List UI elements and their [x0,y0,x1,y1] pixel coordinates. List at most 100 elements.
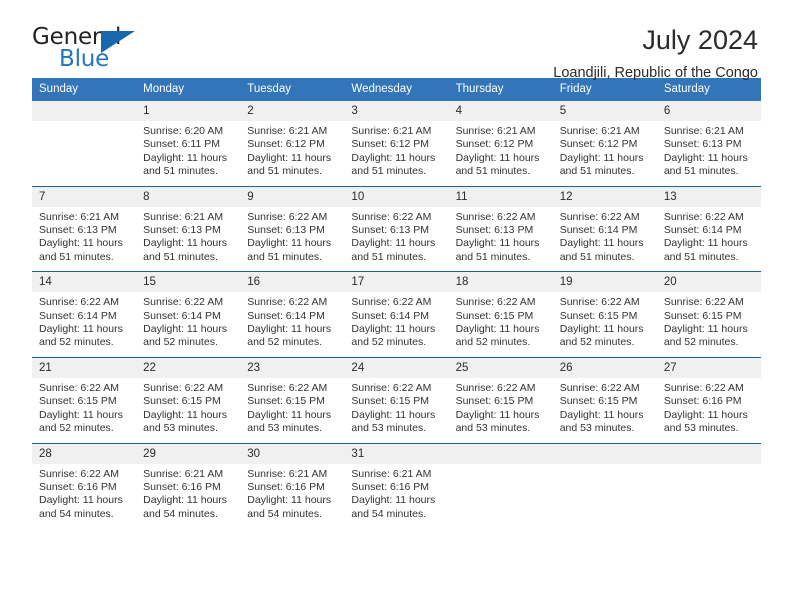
calendar-day-cell[interactable]: 6 Sunrise: 6:21 AM Sunset: 6:13 PM Daylight… [656,101,761,186]
calendar-day-cell[interactable]: 9 Sunrise: 6:22 AM Sunset: 6:13 PM Daylight… [240,185,345,272]
day-number: 11 [448,186,553,207]
day-number [656,443,761,464]
calendar-day-cell[interactable]: 10 Sunrise: 6:22 AM Sunset: 6:13 PM Dayligh… [344,185,449,272]
day-number: 7 [32,186,137,207]
general-blue-logo[interactable]: General Blue [32,26,138,74]
day-details [657,464,761,519]
calendar-day-cell[interactable]: 7 Sunrise: 6:21 AM Sunset: 6:13 PM Daylight… [32,185,137,272]
day-detail-daylight-line1: Daylight: 11 hours [559,323,644,336]
page-subtitle: Loandjili, Republic of the Congo [553,65,758,82]
day-detail-daylight-line1: Daylight: 11 hours [143,323,227,336]
weekday-header-saturday: Saturday [656,78,761,101]
calendar-day-cell[interactable]: 31 Sunrise: 6:21 AM Sunset: 6:16 PM Dayligh… [344,442,449,529]
day-detail-sunset: Sunset: 6:15 PM [143,395,221,408]
calendar-page: General Blue July 2024 Loandjili, Republ… [0,0,792,612]
day-details: Sunrise: 6:21 AM Sunset: 6:16 PM Daylight:… [344,464,448,529]
day-detail-sunrise: Sunrise: 6:22 AM [455,296,536,309]
day-detail-daylight-line1: Daylight: 11 hours [39,237,123,250]
calendar-day-cell[interactable]: 3 Sunrise: 6:21 AM Sunset: 6:12 PM Daylight… [344,101,449,186]
calendar-day-cell[interactable]: 23 Sunrise: 6:22 AM Sunset: 6:15 PM Dayligh… [240,356,345,443]
calendar-day-cell-empty [552,442,657,529]
calendar-day-cell[interactable]: 5 Sunrise: 6:21 AM Sunset: 6:12 PM Daylight… [552,101,657,186]
calendar-day-cell[interactable]: 11 Sunrise: 6:22 AM Sunset: 6:13 PM Dayligh… [448,185,553,272]
day-detail-daylight-line2: and 53 minutes. [247,422,322,435]
day-details: Sunrise: 6:22 AM Sunset: 6:13 PM Daylight:… [449,207,553,272]
day-detail-sunrise: Sunrise: 6:22 AM [247,296,328,309]
day-details [32,121,136,176]
day-number: 8 [136,186,241,207]
calendar-day-cell-empty [32,101,137,186]
day-detail-daylight-line2: and 51 minutes. [351,165,427,178]
day-detail-daylight-line1: Daylight: 11 hours [39,323,123,336]
calendar-day-cell-empty [656,442,761,529]
day-number: 19 [552,272,657,293]
calendar-day-cell[interactable]: 1 Sunrise: 6:20 AM Sunset: 6:11 PM Daylight… [136,101,241,186]
day-detail-sunset: Sunset: 6:14 PM [39,309,117,322]
weekday-header-row: Sunday Monday Tuesday Wednesday Thursday Frid… [32,78,761,101]
day-number: 12 [552,186,657,207]
calendar-day-cell[interactable]: 8 Sunrise: 6:21 AM Sunset: 6:13 PM Daylight… [136,185,241,272]
calendar-day-cell[interactable]: 28 Sunrise: 6:22 AM Sunset: 6:16 PM Dayligh… [32,442,137,529]
calendar-day-cell[interactable]: 30 Sunrise: 6:21 AM Sunset: 6:16 PM Dayligh… [240,442,345,529]
day-detail-daylight-line1: Daylight: 11 hours [351,323,436,336]
day-detail-sunset: Sunset: 6:15 PM [455,309,534,322]
calendar-day-cell[interactable]: 29 Sunrise: 6:21 AM Sunset: 6:16 PM Dayligh… [136,442,241,529]
day-details: Sunrise: 6:22 AM Sunset: 6:14 PM Daylight:… [240,292,344,357]
day-number [32,101,137,121]
calendar-day-cell[interactable]: 24 Sunrise: 6:22 AM Sunset: 6:15 PM Dayligh… [344,356,449,443]
calendar-day-cell[interactable]: 22 Sunrise: 6:22 AM Sunset: 6:15 PM Dayligh… [136,356,241,443]
day-number: 20 [656,272,761,293]
day-detail-sunset: Sunset: 6:16 PM [247,480,325,493]
calendar-day-cell[interactable]: 13 Sunrise: 6:22 AM Sunset: 6:14 PM Dayligh… [656,185,761,272]
day-details: Sunrise: 6:21 AM Sunset: 6:12 PM Daylight:… [553,121,657,186]
day-detail-daylight-line1: Daylight: 11 hours [39,408,123,421]
day-number: 5 [552,101,657,121]
day-detail-sunrise: Sunrise: 6:20 AM [143,125,224,137]
calendar-day-cell[interactable]: 2 Sunrise: 6:21 AM Sunset: 6:12 PM Daylight… [240,101,345,186]
day-detail-daylight-line1: Daylight: 11 hours [143,151,227,164]
day-details: Sunrise: 6:22 AM Sunset: 6:15 PM Daylight:… [449,378,553,443]
calendar-day-cell[interactable]: 27 Sunrise: 6:22 AM Sunset: 6:16 PM Dayligh… [656,356,761,443]
day-detail-sunset: Sunset: 6:13 PM [143,224,221,237]
calendar-day-cell[interactable]: 14 Sunrise: 6:22 AM Sunset: 6:14 PM Dayligh… [32,271,137,358]
calendar-day-cell[interactable]: 16 Sunrise: 6:22 AM Sunset: 6:14 PM Dayligh… [240,271,345,358]
day-number: 13 [656,186,761,207]
calendar-day-cell[interactable]: 20 Sunrise: 6:22 AM Sunset: 6:15 PM Dayligh… [656,271,761,358]
day-detail-sunset: Sunset: 6:12 PM [247,138,325,151]
calendar-day-cell[interactable]: 21 Sunrise: 6:22 AM Sunset: 6:15 PM Dayligh… [32,356,137,443]
day-detail-sunrise: Sunrise: 6:21 AM [351,467,432,480]
calendar-day-cell[interactable]: 18 Sunrise: 6:22 AM Sunset: 6:15 PM Dayligh… [448,271,553,358]
day-detail-sunset: Sunset: 6:16 PM [143,480,221,493]
day-number: 15 [136,272,241,293]
day-detail-daylight-line2: and 51 minutes. [663,165,739,178]
day-number: 16 [240,272,345,293]
calendar-day-cell[interactable]: 19 Sunrise: 6:22 AM Sunset: 6:15 PM Dayligh… [552,271,657,358]
weekday-header-wednesday: Wednesday [344,78,449,101]
weekday-header-thursday: Thursday [448,78,553,101]
day-number: 28 [32,443,137,464]
calendar-day-cell[interactable]: 12 Sunrise: 6:22 AM Sunset: 6:14 PM Dayligh… [552,185,657,272]
calendar-week-row: 14 Sunrise: 6:22 AM Sunset: 6:14 PM Dayligh… [32,271,761,358]
day-details: Sunrise: 6:22 AM Sunset: 6:15 PM Daylight:… [553,378,657,443]
day-number [448,443,553,464]
calendar-day-cell[interactable]: 26 Sunrise: 6:22 AM Sunset: 6:15 PM Dayligh… [552,356,657,443]
day-detail-sunset: Sunset: 6:15 PM [351,395,430,408]
calendar-day-cell[interactable]: 4 Sunrise: 6:21 AM Sunset: 6:12 PM Daylight… [448,101,553,186]
day-detail-daylight-line2: and 51 minutes. [559,250,635,263]
day-detail-daylight-line2: and 52 minutes. [247,336,322,349]
day-detail-sunset: Sunset: 6:13 PM [247,224,325,237]
day-detail-daylight-line1: Daylight: 11 hours [455,237,540,250]
day-detail-daylight-line1: Daylight: 11 hours [247,408,332,421]
day-detail-daylight-line1: Daylight: 11 hours [351,408,436,421]
day-detail-sunset: Sunset: 6:15 PM [559,309,638,322]
calendar-day-cell[interactable]: 25 Sunrise: 6:22 AM Sunset: 6:15 PM Dayligh… [448,356,553,443]
day-number: 14 [32,272,137,293]
day-detail-sunset: Sunset: 6:16 PM [39,480,117,493]
calendar-day-cell[interactable]: 17 Sunrise: 6:22 AM Sunset: 6:14 PM Dayligh… [344,271,449,358]
day-details: Sunrise: 6:22 AM Sunset: 6:15 PM Daylight:… [240,378,344,443]
day-detail-sunset: Sunset: 6:14 PM [247,309,325,322]
day-number: 10 [344,186,449,207]
day-detail-sunrise: Sunrise: 6:22 AM [455,381,536,394]
calendar-day-cell[interactable]: 15 Sunrise: 6:22 AM Sunset: 6:14 PM Dayligh… [136,271,241,358]
day-details: Sunrise: 6:21 AM Sunset: 6:13 PM Daylight:… [136,207,240,272]
